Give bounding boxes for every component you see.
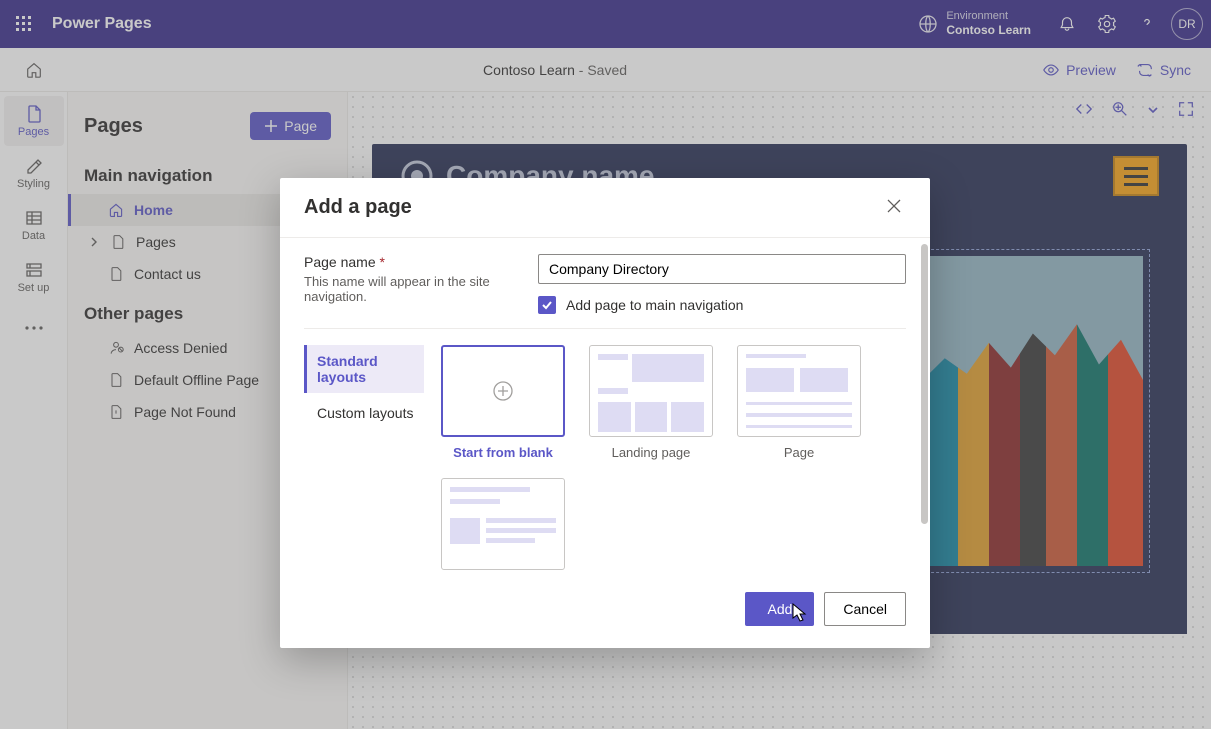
plus-circle-icon	[492, 380, 514, 402]
page-name-input[interactable]	[538, 254, 906, 284]
add-page-dialog: Add a page Page name * This name will ap…	[280, 178, 930, 648]
dialog-title: Add a page	[304, 196, 412, 219]
layout-extra[interactable]	[438, 478, 568, 570]
layout-landing-page[interactable]: Landing page	[586, 345, 716, 460]
dialog-close-button[interactable]	[882, 194, 906, 221]
close-icon	[886, 198, 902, 214]
dialog-scrollbar[interactable]	[921, 244, 928, 524]
page-name-label: Page name	[304, 254, 376, 270]
required-indicator: *	[380, 254, 385, 270]
layout-start-from-blank[interactable]: Start from blank	[438, 345, 568, 460]
tab-standard-layouts[interactable]: Standard layouts	[304, 345, 424, 393]
add-to-nav-checkbox[interactable]	[538, 296, 556, 314]
page-name-hint: This name will appear in the site naviga…	[304, 274, 514, 304]
tab-custom-layouts[interactable]: Custom layouts	[304, 397, 424, 429]
checkmark-icon	[541, 299, 553, 311]
add-button[interactable]: Add	[745, 592, 814, 626]
add-to-nav-label: Add page to main navigation	[566, 297, 743, 313]
cancel-button[interactable]: Cancel	[824, 592, 906, 626]
layout-page[interactable]: Page	[734, 345, 864, 460]
